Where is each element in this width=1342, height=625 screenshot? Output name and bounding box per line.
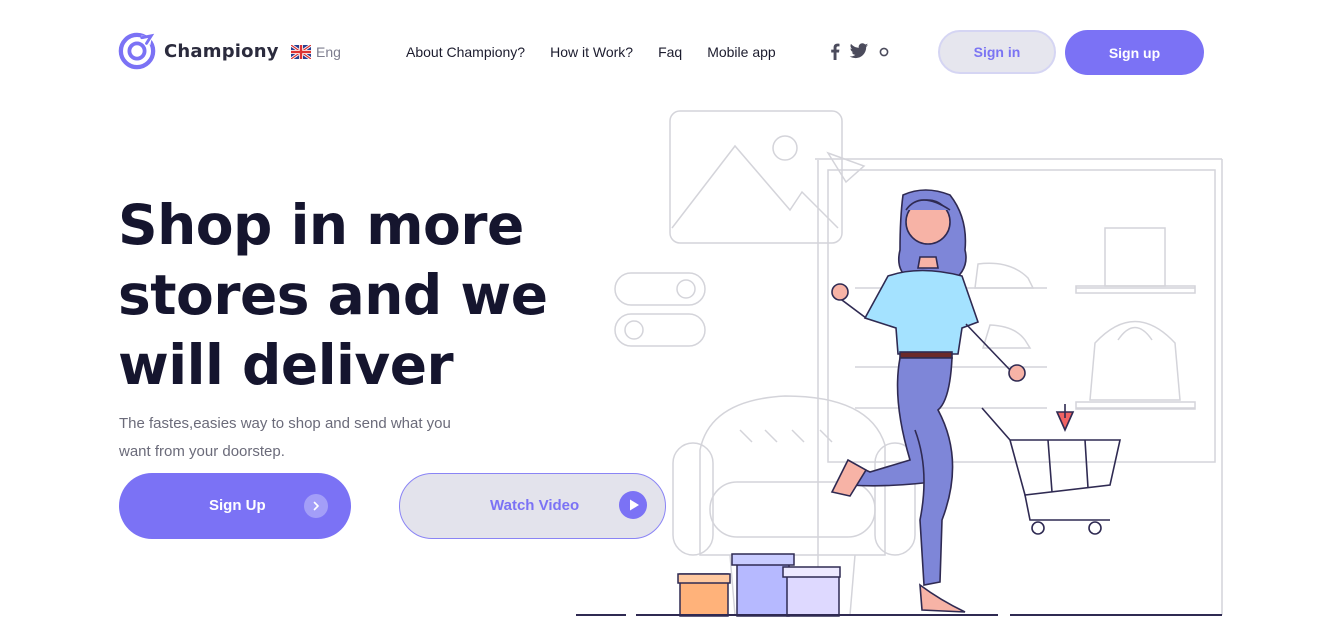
hero-headline: Shop in more stores and we will deliver (118, 190, 588, 400)
hero-signup-label: Sign Up (209, 497, 266, 514)
signin-button[interactable]: Sign in (938, 30, 1056, 74)
headline-line-3: will deliver (118, 333, 454, 397)
signup-button[interactable]: Sign up (1065, 30, 1204, 75)
nav-faq[interactable]: Faq (658, 44, 682, 60)
headline-line-1: Shop in more (118, 193, 524, 257)
instagram-icon[interactable] (878, 46, 890, 58)
hero-subtitle: The fastes,easies way to shop and send w… (119, 415, 451, 460)
watch-video-label: Watch Video (490, 497, 580, 514)
twitter-icon[interactable] (849, 43, 869, 60)
picture-frame (669, 110, 866, 244)
language-label: Eng (316, 44, 341, 60)
uk-flag-icon (291, 45, 311, 59)
shopping-cart (981, 404, 1121, 535)
woman-figure (830, 189, 1026, 613)
toggle-switches (614, 272, 706, 347)
hero-signup-button[interactable]: Sign Up (119, 473, 351, 539)
nav-about[interactable]: About Championy? (406, 44, 525, 60)
language-selector[interactable]: Eng (291, 44, 341, 60)
social-links (830, 43, 890, 60)
headline-line-2: stores and we (118, 263, 548, 327)
shopping-boxes (677, 553, 841, 617)
main-nav: About Championy? How it Work? Faq Mobile… (406, 44, 776, 60)
brand-logo[interactable]: Championy (118, 32, 279, 70)
facebook-icon[interactable] (830, 43, 840, 60)
logo-icon (118, 32, 156, 70)
brand-name: Championy (164, 40, 279, 62)
nav-mobile-app[interactable]: Mobile app (707, 44, 776, 60)
nav-how-it-works[interactable]: How it Work? (550, 44, 633, 60)
shopping-illustration (576, 110, 1223, 617)
store-shelf (815, 158, 1223, 615)
chevron-right-icon (304, 494, 328, 518)
